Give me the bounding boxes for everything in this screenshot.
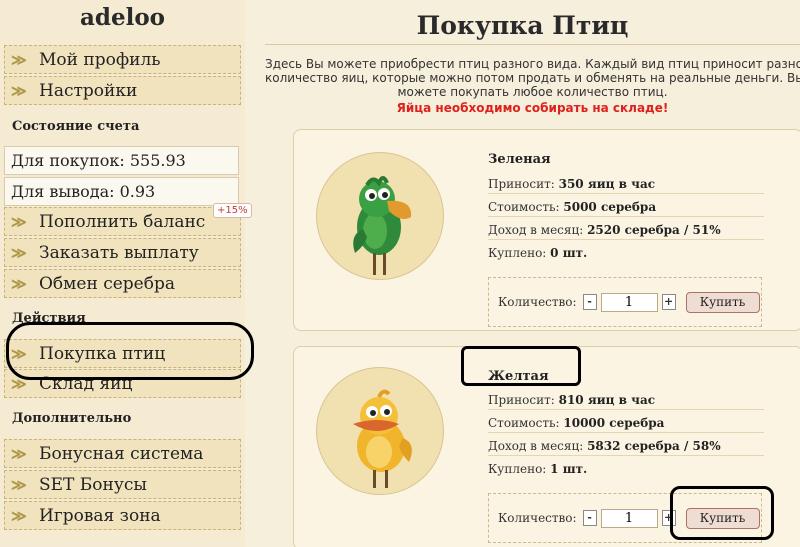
menu-item-label: Обмен серебра <box>39 273 175 294</box>
bird-avatar <box>316 367 444 495</box>
menu-item-label: Мой профиль <box>39 49 161 70</box>
intro-line: Здесь Вы можете приобрести птиц разного … <box>265 57 800 71</box>
sidebar: adeloo ≫ Мой профиль ≫ Настройки Состоян… <box>0 0 254 547</box>
quantity-plus-button[interactable]: + <box>661 294 676 310</box>
bird-cost: Стоимость: 5000 серебра <box>488 200 764 217</box>
menu-item-label: Покупка птиц <box>39 343 166 364</box>
menu-item-label: Бонусная система <box>39 443 204 464</box>
balance-purchase: Для покупок: 555.93 <box>4 146 239 175</box>
double-chevron-right-icon: ≫ <box>11 81 27 100</box>
double-chevron-right-icon: ≫ <box>11 506 27 525</box>
quantity-minus-button[interactable]: - <box>582 510 597 526</box>
bird-card-green: Зеленая Приносит: 350 яиц в час Стоимост… <box>293 129 800 331</box>
intro-line: количество яиц, которые можно потом прод… <box>265 71 800 85</box>
bird-yield: Приносит: 810 яиц в час <box>488 393 764 410</box>
menu-item-bonus-system[interactable]: ≫ Бонусная система <box>4 439 241 468</box>
intro-text: Здесь Вы можете приобрести птиц разного … <box>265 57 800 99</box>
menu-item-settings[interactable]: ≫ Настройки <box>4 76 241 105</box>
double-chevron-right-icon: ≫ <box>11 274 27 293</box>
double-chevron-right-icon: ≫ <box>11 50 27 69</box>
menu-item-withdraw[interactable]: ≫ Заказать выплату <box>4 238 241 267</box>
quantity-label: Количество: <box>498 295 577 309</box>
menu-item-buy-birds[interactable]: ≫ Покупка птиц <box>4 339 241 368</box>
username: adeloo <box>79 4 166 31</box>
double-chevron-right-icon: ≫ <box>11 374 27 393</box>
bird-bought: Куплено: 1 шт. <box>488 462 588 476</box>
bird-income: Доход в месяц: 2520 серебра / 51% <box>488 223 764 240</box>
buy-button[interactable]: Купить <box>685 507 760 529</box>
menu-item-game-zone[interactable]: ≫ Игровая зона <box>4 501 241 530</box>
title-divider <box>265 44 800 45</box>
quantity-minus-button[interactable]: - <box>582 294 597 310</box>
quantity-plus-button[interactable]: + <box>661 510 676 526</box>
bird-bought: Куплено: 0 шт. <box>488 246 588 260</box>
buy-button[interactable]: Купить <box>685 291 760 313</box>
bird-yield: Приносит: 350 яиц в час <box>488 177 764 194</box>
notice-text: Яйца необходимо собирать на складе! <box>396 101 669 115</box>
menu-item-label: SET Бонусы <box>39 474 147 495</box>
bird-name: Желтая <box>488 369 549 384</box>
menu-item-profile[interactable]: ≫ Мой профиль <box>4 45 241 74</box>
bird-cost: Стоимость: 10000 серебра <box>488 416 764 433</box>
quantity-input[interactable] <box>600 508 658 528</box>
section-title-actions: Действия <box>12 311 86 326</box>
menu-item-label: Настройки <box>39 80 138 101</box>
bird-card-yellow: Желтая Приносит: 810 яиц в час Стоимость… <box>293 346 800 547</box>
double-chevron-right-icon: ≫ <box>11 444 27 463</box>
yellow-duck-icon <box>353 389 412 488</box>
bird-income: Доход в месяц: 5832 серебра / 58% <box>488 439 764 456</box>
menu-item-label: Заказать выплату <box>39 242 199 263</box>
quantity-input[interactable] <box>600 292 658 312</box>
green-parrot-icon <box>353 176 412 275</box>
bird-name: Зеленая <box>488 152 551 167</box>
double-chevron-right-icon: ≫ <box>11 475 27 494</box>
menu-item-set-bonus[interactable]: ≫ SET Бонусы <box>4 470 241 499</box>
main-content: Покупка Птиц Здесь Вы можете приобрести … <box>245 0 800 547</box>
balance-withdraw: Для вывода: 0.93 <box>4 177 239 206</box>
double-chevron-right-icon: ≫ <box>11 212 27 231</box>
intro-line: можете покупать любое количество птиц. <box>397 85 668 99</box>
section-title-account: Состояние счета <box>12 119 140 134</box>
menu-item-label: Склад яиц <box>39 373 133 394</box>
quantity-box: Количество: - + Купить <box>488 277 762 327</box>
bird-avatar <box>316 152 444 280</box>
menu-item-egg-storage[interactable]: ≫ Склад яиц <box>4 369 241 398</box>
menu-item-deposit[interactable]: ≫ Пополнить баланс <box>4 207 241 236</box>
section-title-extra: Дополнительно <box>12 411 132 426</box>
menu-item-label: Пополнить баланс <box>39 211 206 232</box>
page-title: Покупка Птиц <box>416 11 629 40</box>
double-chevron-right-icon: ≫ <box>11 344 27 363</box>
menu-item-label: Игровая зона <box>39 505 161 526</box>
quantity-label: Количество: <box>498 511 577 525</box>
menu-item-silver-exchange[interactable]: ≫ Обмен серебра <box>4 269 241 298</box>
quantity-box: Количество: - + Купить <box>488 493 762 543</box>
double-chevron-right-icon: ≫ <box>11 243 27 262</box>
